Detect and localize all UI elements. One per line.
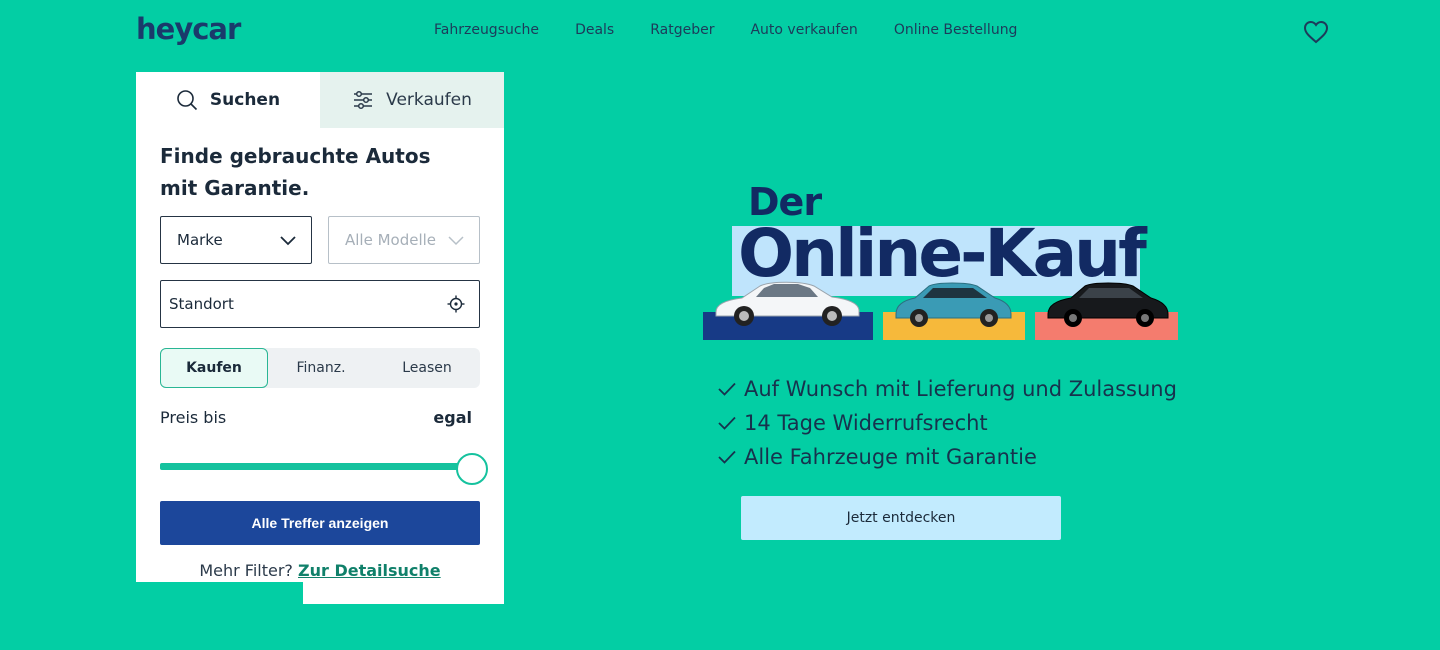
benefit-item: Auf Wunsch mit Lieferung und Zulassung [718,372,1177,406]
location-input[interactable] [169,295,409,313]
nav-item-deals[interactable]: Deals [575,22,614,38]
favorites-heart-icon[interactable] [1303,20,1329,44]
model-select-value: Alle Modelle [345,231,437,249]
benefit-text: Auf Wunsch mit Lieferung und Zulassung [744,377,1177,401]
price-label: Preis bis [160,408,227,427]
blue-hatchback-car-image [895,282,1012,327]
tab-verkaufen[interactable]: Verkaufen [320,72,504,128]
model-select[interactable]: Alle Modelle [328,216,480,264]
benefit-text: 14 Tage Widerrufsrecht [744,411,988,435]
detail-search-link[interactable]: Zur Detailsuche [298,561,441,580]
main-nav: Fahrzeugsuche Deals Ratgeber Auto verkau… [434,22,1017,38]
search-icon [177,90,197,111]
chevron-down-icon [280,236,296,246]
checkmark-icon [718,382,736,396]
price-value: egal [433,408,472,427]
payment-type-segment: Kaufen Finanz. Leasen [160,348,480,388]
checkmark-icon [718,450,736,464]
segment-finanzierung[interactable]: Finanz. [268,348,374,388]
nav-item-online-bestellung[interactable]: Online Bestellung [894,22,1018,38]
black-hatchback-car-image [1047,282,1169,327]
price-row: Preis bis egal [160,408,472,427]
price-slider-track[interactable] [160,463,472,470]
benefit-item: 14 Tage Widerrufsrecht [718,406,1177,440]
show-results-button[interactable]: Alle Treffer anzeigen [160,501,480,545]
segment-kaufen[interactable]: Kaufen [160,348,268,388]
tab-suchen[interactable]: Suchen [136,72,320,128]
locate-crosshair-icon[interactable] [447,295,465,313]
tab-verkaufen-label: Verkaufen [386,90,472,110]
nav-item-ratgeber[interactable]: Ratgeber [650,22,714,38]
nav-item-auto-verkaufen[interactable]: Auto verkaufen [750,22,857,38]
benefit-item: Alle Fahrzeuge mit Garantie [718,440,1177,474]
search-card: Suchen Verkaufen Finde gebrauchte Autos … [136,72,504,604]
white-sedan-car-image [715,281,860,326]
benefits-list: Auf Wunsch mit Lieferung und Zulassung 1… [718,372,1177,474]
sliders-icon [354,90,373,110]
search-headline: Finde gebrauchte Autos mit Garantie. [160,144,431,200]
tab-suchen-label: Suchen [209,90,281,110]
price-slider-thumb[interactable] [456,453,488,485]
price-slider[interactable] [160,453,488,485]
make-select-value: Marke [177,231,223,249]
benefit-text: Alle Fahrzeuge mit Garantie [744,445,1037,469]
more-filters-label: Mehr Filter? [199,561,293,580]
location-field [160,280,480,328]
heycar-logo[interactable]: heycar [136,12,241,46]
segment-leasen[interactable]: Leasen [374,348,480,388]
discover-button[interactable]: Jetzt entdecken [741,496,1061,540]
make-select[interactable]: Marke [160,216,312,264]
nav-item-fahrzeugsuche[interactable]: Fahrzeugsuche [434,22,539,38]
search-card-tabs: Suchen Verkaufen [136,72,504,128]
more-filters-text: Mehr Filter? Zur Detailsuche [160,561,480,580]
checkmark-icon [718,416,736,430]
card-notch [136,582,303,604]
chevron-down-icon [448,236,464,246]
